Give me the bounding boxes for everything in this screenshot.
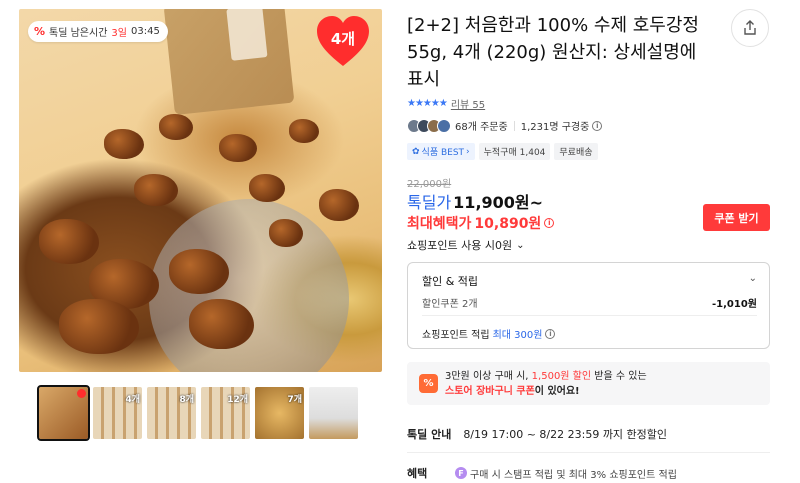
coupon-label: 할인쿠폰 2개 bbox=[422, 299, 478, 310]
spark-icon: ✿ bbox=[412, 146, 420, 157]
orders-count: 68개 주문중 bbox=[455, 122, 508, 133]
deal-timer-badge: % 톡딜 남은시간 3일 03:45 bbox=[28, 21, 168, 42]
timer-days: 3일 bbox=[111, 28, 127, 39]
original-price: 22,000원 bbox=[407, 179, 452, 190]
benefit-row: 혜택 F 구매 시 스탬프 적립 및 최대 3% 쇼핑포인트 적립 bbox=[407, 465, 677, 481]
deal-price: 톡딜가 11,900원~ bbox=[407, 189, 543, 213]
product-title: [2+2] 처음한과 100% 수제 호두강정 55g, 4개 (220g) 원… bbox=[407, 15, 699, 90]
product-bag-illustration bbox=[163, 9, 295, 115]
share-button[interactable] bbox=[731, 9, 769, 47]
info-icon[interactable]: i bbox=[592, 120, 603, 131]
thumbnail-6[interactable] bbox=[309, 387, 358, 439]
chevron-right-icon: › bbox=[466, 146, 470, 157]
deal-price-label: 톡딜가 bbox=[407, 193, 452, 212]
rating-row: ★★★★★ 리뷰 55 bbox=[407, 96, 485, 111]
share-icon bbox=[744, 20, 756, 35]
discount-box: 할인 & 적립 ⌄ 할인쿠폰 2개 -1,010원 쇼핑포인트 적립 최대 30… bbox=[407, 262, 770, 349]
deal-info-label: 톡딜 안내 bbox=[407, 428, 452, 441]
heart-badge-count: 4개 bbox=[330, 30, 356, 48]
cart-coupon-banner[interactable]: % 3만원 이상 구매 시, 1,500원 할인 받을 수 있는 스토어 장바구… bbox=[407, 362, 770, 405]
max-benefit-label: 최대혜택가 bbox=[407, 216, 472, 232]
thumbnail-5[interactable]: 7개 bbox=[255, 387, 304, 439]
max-benefit-price: 최대혜택가 10,890원 i bbox=[407, 213, 555, 233]
thumbnail-2[interactable]: 4개 bbox=[93, 387, 142, 439]
timer-time: 03:45 bbox=[130, 26, 160, 37]
point-f-icon: F bbox=[455, 467, 467, 479]
chevron-down-icon[interactable]: ⌄ bbox=[749, 273, 757, 284]
percent-icon: % bbox=[34, 25, 46, 38]
review-link[interactable]: 리뷰 55 bbox=[451, 96, 485, 111]
benefit-label: 혜택 bbox=[407, 467, 428, 480]
benefit-value: 구매 시 스탬프 적립 및 최대 3% 쇼핑포인트 적립 bbox=[470, 469, 677, 481]
points-use-toggle[interactable]: 쇼핑포인트 사용 시0원 ⌄ bbox=[407, 237, 524, 253]
percent-icon: % bbox=[419, 374, 438, 393]
deal-price-value: 11,900원~ bbox=[453, 193, 544, 212]
point-earn-row: 쇼핑포인트 적립 최대 300원 i bbox=[422, 326, 556, 341]
timer-label: 톡딜 남은시간 bbox=[49, 28, 108, 39]
info-icon[interactable]: i bbox=[544, 218, 555, 228]
deal-info-value: 8/19 17:00 ~ 8/22 23:59 까지 한정할인 bbox=[463, 428, 668, 441]
thumbnail-3[interactable]: 8개 bbox=[147, 387, 196, 439]
quantity-heart-badge: 4개 bbox=[315, 14, 371, 70]
tag-total-purchases: 누적구매 1,404 bbox=[478, 143, 551, 160]
thumbnail-strip: 4개 8개 12개 7개 bbox=[37, 385, 358, 441]
product-tags: ✿ 식품 BEST › 누적구매 1,404 무료배송 bbox=[407, 143, 598, 160]
get-coupon-button[interactable]: 쿠폰 받기 bbox=[703, 204, 770, 231]
rating-stars: ★★★★★ bbox=[407, 98, 448, 109]
thumbnail-1[interactable] bbox=[37, 385, 90, 441]
buyers-row: 68개 주문중 1,231명 구경중 i bbox=[407, 118, 603, 133]
point-earn-value: 최대 300원 bbox=[492, 330, 543, 341]
tag-food-best[interactable]: ✿ 식품 BEST › bbox=[407, 143, 475, 160]
max-benefit-value: 10,890원 bbox=[474, 216, 542, 232]
coupon-value: -1,010원 bbox=[712, 299, 757, 310]
viewers-count: 1,231명 구경중 bbox=[520, 122, 590, 133]
buyer-avatars bbox=[407, 118, 451, 133]
info-icon[interactable]: i bbox=[545, 328, 556, 339]
chevron-down-icon: ⌄ bbox=[516, 239, 525, 251]
thumbnail-4[interactable]: 12개 bbox=[201, 387, 250, 439]
deal-info-row: 톡딜 안내 8/19 17:00 ~ 8/22 23:59 까지 한정할인 bbox=[407, 426, 667, 442]
tag-free-shipping: 무료배송 bbox=[554, 143, 598, 160]
cart-coupon-text: 3만원 이상 구매 시, 1,500원 할인 받을 수 있는 스토어 장바구니 … bbox=[445, 371, 647, 397]
coupon-discount-row: 할인쿠폰 2개 -1,010원 bbox=[422, 295, 757, 310]
discount-header[interactable]: 할인 & 적립 bbox=[422, 273, 478, 289]
